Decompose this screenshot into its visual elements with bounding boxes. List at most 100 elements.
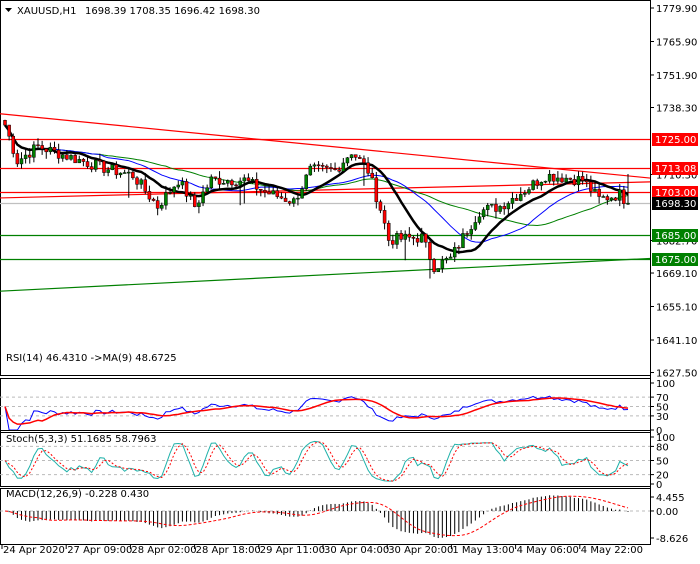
candle-body — [52, 146, 57, 151]
candle[interactable] — [436, 268, 440, 273]
candle-body — [498, 206, 502, 212]
time-tick-label: 27 Apr 09:00 — [67, 545, 132, 556]
candle-body — [308, 165, 313, 176]
candle-body — [333, 168, 337, 171]
candle-body — [242, 177, 247, 182]
candle-body — [279, 196, 284, 199]
candle-body — [160, 204, 164, 209]
price-tick-label: 1765.90 — [656, 37, 697, 48]
level-label-text: 1698.30 — [655, 199, 696, 210]
candle-body — [296, 197, 300, 200]
candle-body — [164, 192, 168, 206]
trading-chart[interactable]: 1007050300 1008050200 4.4550.00-8.626 17… — [0, 0, 700, 560]
ohlc-values: 1698.39 1708.35 1696.42 1698.30 — [85, 6, 260, 17]
candle-body — [197, 202, 201, 207]
candle-body — [378, 201, 383, 211]
candle-body — [94, 159, 98, 170]
candle-body — [89, 166, 94, 170]
stoch-tick-label: 0 — [656, 480, 662, 491]
time-tick-label: 28 Apr 18:00 — [196, 545, 261, 556]
candle-body — [452, 247, 457, 258]
candle-body — [568, 177, 572, 180]
candle[interactable] — [531, 179, 535, 191]
candle-body — [485, 204, 490, 210]
candle-body — [543, 180, 548, 183]
candle-body — [399, 233, 403, 240]
candle-body — [481, 209, 486, 218]
macd-tick-label: 0.00 — [656, 507, 678, 518]
candle-body — [341, 162, 346, 172]
symbol-label: XAUUSD,H1 — [17, 6, 76, 17]
candle-body — [609, 197, 614, 201]
candle-body — [135, 177, 139, 185]
candle-body — [494, 203, 498, 212]
stoch-title: Stoch(5,3,3) 51.1685 58.7963 — [6, 434, 157, 445]
candle-body — [139, 179, 143, 185]
candle-body — [226, 180, 230, 184]
candle-body — [403, 233, 407, 240]
candle-body — [7, 124, 11, 137]
candle-body — [461, 233, 465, 249]
candle[interactable] — [304, 173, 308, 192]
candle-body — [527, 189, 531, 194]
candle-body — [345, 157, 350, 164]
candle-body — [370, 172, 374, 178]
candle[interactable] — [209, 174, 214, 190]
candle-body — [424, 233, 428, 243]
candle-body — [275, 190, 280, 197]
candle-body — [510, 197, 515, 204]
candle-body — [85, 161, 90, 167]
candle-body — [61, 154, 65, 159]
candle-body — [304, 174, 308, 189]
time-tick-label: 4 May 22:00 — [581, 545, 643, 556]
candle-body — [254, 179, 259, 190]
candle-body — [432, 259, 436, 273]
rsi-title: RSI(14) 46.4310 ->MA(9) 48.6725 — [6, 353, 177, 364]
candle-body — [184, 181, 189, 197]
candle-body — [292, 198, 296, 204]
candle-body — [23, 154, 28, 159]
candle-body — [81, 159, 86, 162]
candle-body — [11, 135, 16, 154]
candle-body — [593, 188, 597, 192]
candle-body — [395, 233, 399, 245]
candle-body — [440, 259, 445, 269]
candle-body — [547, 173, 552, 182]
candle-body — [469, 229, 473, 235]
candle-body — [102, 160, 106, 173]
candle-body — [490, 203, 494, 206]
candle-body — [250, 179, 255, 181]
candle-body — [180, 181, 185, 186]
rsi-tick-label: 30 — [656, 412, 669, 423]
candle-body — [65, 154, 69, 160]
candle-body — [506, 203, 511, 210]
level-label-1698.30: 1698.30 — [652, 197, 698, 210]
candle-body — [502, 206, 506, 210]
candle-body — [436, 268, 440, 273]
candle-body — [329, 167, 333, 169]
candle-body — [531, 180, 535, 190]
candle-body — [601, 196, 605, 198]
candle-body — [209, 176, 214, 188]
candle-body — [106, 169, 110, 173]
candle-body — [312, 164, 317, 167]
candle-body — [353, 154, 358, 158]
candle-body — [122, 172, 127, 174]
candle-body — [572, 179, 577, 186]
candle-body — [382, 210, 387, 224]
level-label-text: 1725.00 — [655, 135, 696, 146]
candle-body — [73, 155, 77, 164]
candle-body — [316, 164, 321, 167]
level-label-1675.00: 1675.00 — [652, 253, 698, 266]
candle-body — [118, 172, 123, 176]
candle-body — [580, 176, 585, 181]
candle[interactable] — [432, 258, 436, 274]
candle-body — [114, 164, 119, 176]
candle-body — [283, 197, 288, 202]
time-tick-label: 4 May 06:00 — [517, 545, 579, 556]
level-label-1685.00: 1685.00 — [652, 229, 698, 242]
candle-body — [271, 190, 275, 195]
candle-body — [415, 238, 420, 243]
candle-body — [457, 247, 461, 249]
candle[interactable] — [110, 164, 115, 171]
